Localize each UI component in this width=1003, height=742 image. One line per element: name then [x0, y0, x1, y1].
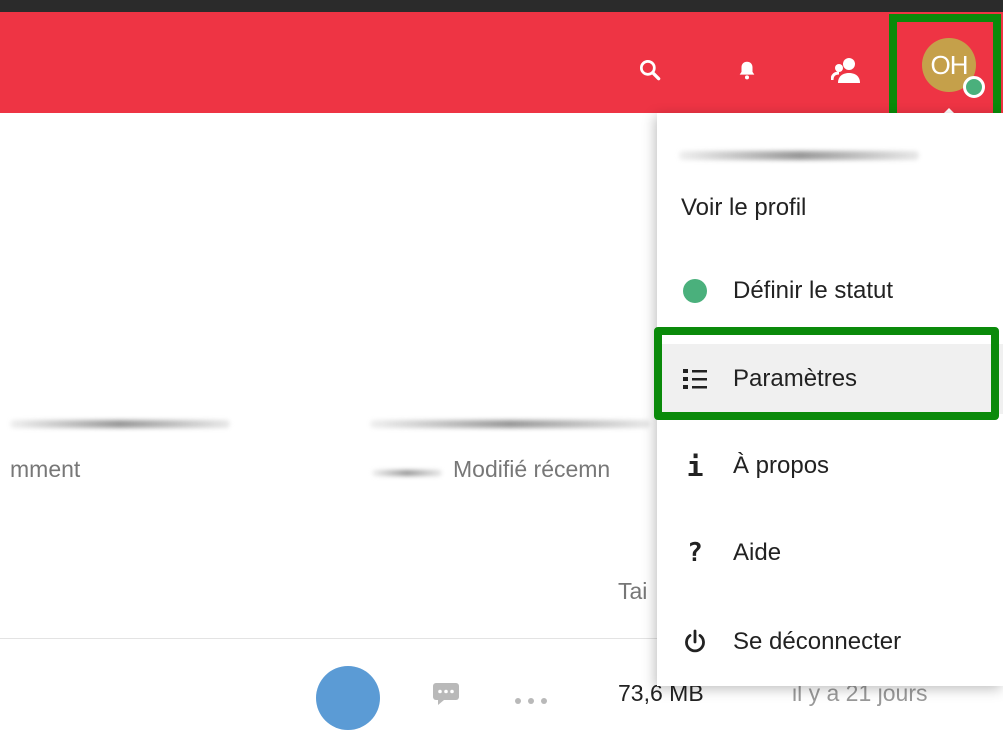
more-actions-icon[interactable]	[514, 692, 548, 710]
menu-item-set-status[interactable]: Définir le statut	[657, 256, 1003, 326]
file-modified-label: Modifié récemn	[453, 456, 611, 482]
menu-item-about[interactable]: i À propos	[657, 431, 1003, 501]
file-modified-label: mment	[10, 456, 81, 482]
help-icon: ?	[687, 538, 703, 568]
column-size-header[interactable]: Tai	[618, 578, 647, 605]
menu-item-label: À propos	[733, 452, 830, 479]
redacted-text	[372, 470, 442, 476]
redacted-text	[370, 420, 650, 428]
file-avatar	[316, 666, 380, 730]
redacted-text	[10, 420, 230, 428]
menu-item-logout[interactable]: Se déconnecter	[657, 607, 1003, 677]
avatar-initials: OH	[930, 49, 969, 80]
search-icon[interactable]	[632, 52, 668, 88]
status-dot-icon	[657, 278, 733, 304]
contacts-icon[interactable]	[828, 52, 864, 88]
top-navigation-bar	[0, 0, 1003, 113]
menu-item-help[interactable]: ? Aide	[657, 518, 1003, 588]
menu-item-label: Définir le statut	[733, 277, 894, 304]
power-icon	[657, 629, 733, 655]
comment-icon[interactable]	[432, 682, 460, 711]
online-status-icon	[963, 76, 985, 98]
menu-item-label: Aide	[733, 539, 782, 566]
info-icon: i	[686, 449, 704, 483]
menu-item-view-profile[interactable]: Voir le profil	[657, 173, 1003, 243]
menu-item-label: Se déconnecter	[733, 628, 902, 655]
bell-icon[interactable]	[729, 52, 765, 88]
menu-item-label: Voir le profil	[681, 194, 807, 221]
settings-highlight-frame	[654, 327, 999, 420]
redacted-username	[679, 151, 919, 160]
